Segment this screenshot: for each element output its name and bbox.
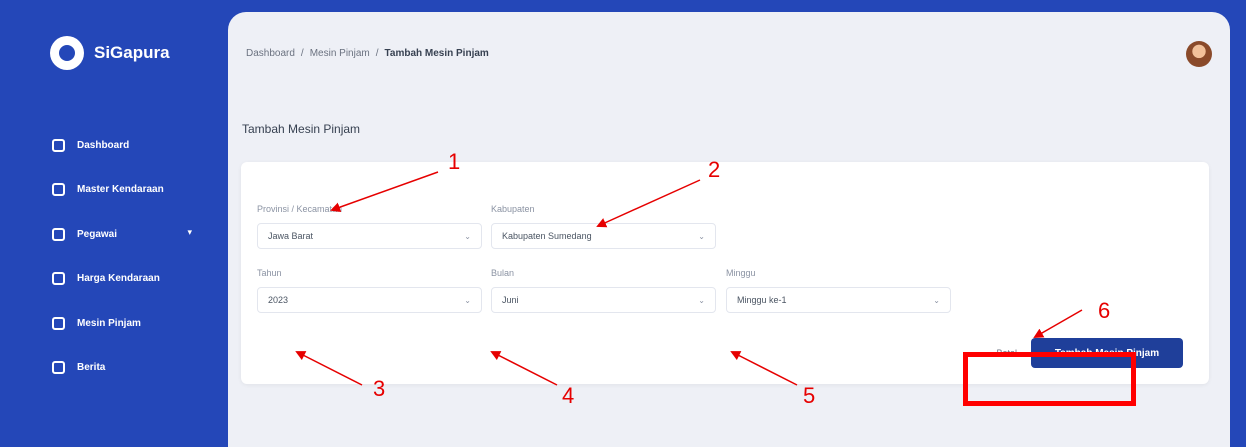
select-value: Jawa Barat <box>268 231 314 241</box>
annotation-number-1: 1 <box>448 149 461 174</box>
brand-name: SiGapura <box>94 43 170 62</box>
bulan-select[interactable]: Juni ⌄ <box>491 287 716 313</box>
breadcrumb-separator: / <box>375 48 379 59</box>
select-value: 2023 <box>268 295 289 305</box>
page-title: Tambah Mesin Pinjam <box>242 122 361 136</box>
tag-icon <box>52 272 65 285</box>
select-value: Kabupaten Sumedang <box>502 231 592 241</box>
sidebar: SiGapura Dashboard Master Kendaraan Pega… <box>0 0 225 447</box>
field-provinsi: Provinsi / Kecamatan Jawa Barat ⌄ <box>257 204 482 249</box>
sidebar-item-dashboard[interactable]: Dashboard <box>52 135 202 155</box>
sidebar-item-label: Berita <box>77 362 106 373</box>
field-bulan: Bulan Juni ⌄ <box>491 268 716 313</box>
kabupaten-select[interactable]: Kabupaten Sumedang ⌄ <box>491 223 716 249</box>
shield-icon <box>52 316 65 330</box>
breadcrumb-current: Tambah Mesin Pinjam <box>384 48 489 59</box>
select-value: Juni <box>502 295 519 305</box>
provinsi-select[interactable]: Jawa Barat ⌄ <box>257 223 482 249</box>
sidebar-item-label: Mesin Pinjam <box>77 317 141 329</box>
avatar[interactable] <box>1186 41 1212 67</box>
form-card: Provinsi / Kecamatan Jawa Barat ⌄ Kabupa… <box>241 162 1209 384</box>
grid-icon <box>52 138 65 152</box>
breadcrumb: Dashboard / Mesin Pinjam / Tambah Mesin Pinj… <box>246 48 489 59</box>
document-icon <box>52 183 65 196</box>
breadcrumb-separator: / <box>300 48 304 59</box>
sidebar-item-pegawai[interactable]: Pegawai ▾ <box>52 224 202 244</box>
sidebar-item-berita[interactable]: Berita <box>52 358 202 378</box>
chevron-down-icon: ⌄ <box>698 295 705 305</box>
field-minggu: Minggu Minggu ke-1 ⌄ <box>726 268 951 313</box>
field-kabupaten: Kabupaten Kabupaten Sumedang ⌄ <box>491 204 716 249</box>
brand[interactable]: SiGapura <box>50 36 170 70</box>
breadcrumb-mesin-pinjam[interactable]: Mesin Pinjam <box>310 48 370 59</box>
sidebar-item-label: Dashboard <box>77 139 130 151</box>
field-label: Bulan <box>491 268 515 278</box>
chevron-down-icon: ⌄ <box>464 295 471 305</box>
logo-icon <box>50 36 84 70</box>
chevron-down-icon: ⌄ <box>698 231 705 241</box>
highlight-box <box>963 352 1136 406</box>
minggu-select[interactable]: Minggu ke-1 ⌄ <box>726 287 951 313</box>
sidebar-item-label: Harga Kendaraan <box>77 273 160 284</box>
sidebar-item-harga-kendaraan[interactable]: Harga Kendaraan <box>52 269 202 289</box>
list-icon <box>52 361 65 374</box>
sidebar-item-label: Master Kendaraan <box>77 184 164 195</box>
chevron-down-icon: ⌄ <box>464 231 471 241</box>
sidebar-item-label: Pegawai <box>77 228 118 240</box>
annotation-number-2: 2 <box>708 157 721 182</box>
chevron-down-icon: ⌄ <box>933 295 940 305</box>
field-label: Tahun <box>257 268 282 278</box>
field-label: Provinsi / Kecamatan <box>257 204 343 214</box>
breadcrumb-dashboard[interactable]: Dashboard <box>246 48 295 59</box>
chevron-down-icon: ▾ <box>187 227 192 237</box>
annotation-number-5: 5 <box>803 383 816 408</box>
field-label: Kabupaten <box>491 204 535 214</box>
field-tahun: Tahun 2023 ⌄ <box>257 268 482 313</box>
select-value: Minggu ke-1 <box>737 295 787 305</box>
sidebar-item-mesin-pinjam[interactable]: Mesin Pinjam <box>52 313 202 333</box>
field-label: Minggu <box>726 268 756 278</box>
annotation-number-3: 3 <box>373 376 386 401</box>
sidebar-nav: Dashboard Master Kendaraan Pegawai ▾ Har… <box>52 135 202 402</box>
tahun-select[interactable]: 2023 ⌄ <box>257 287 482 313</box>
sidebar-item-master-kendaraan[interactable]: Master Kendaraan <box>52 180 202 200</box>
annotation-number-6: 6 <box>1098 298 1111 323</box>
annotation-number-4: 4 <box>562 383 575 408</box>
users-icon <box>52 227 65 241</box>
